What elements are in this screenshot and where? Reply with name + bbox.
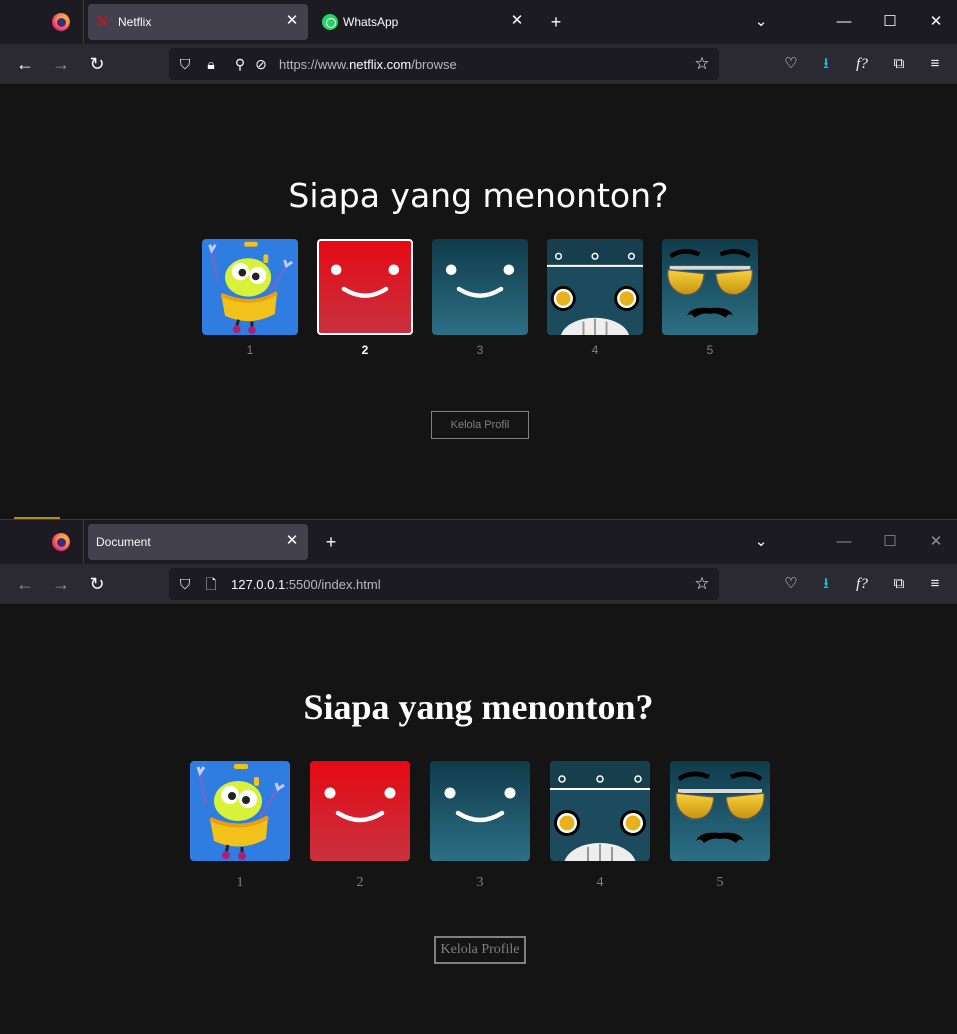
page-icon[interactable]: 🗋︎ bbox=[203, 576, 219, 592]
avatar-sunglasses-face[interactable] bbox=[670, 761, 770, 861]
avatar-teal-smile[interactable] bbox=[432, 239, 528, 335]
download-icon[interactable]: ⭳ bbox=[816, 54, 836, 74]
close-icon[interactable]: ✕ bbox=[509, 13, 525, 29]
forward-icon[interactable]: → bbox=[51, 54, 71, 74]
avatar-sunglasses-face[interactable] bbox=[662, 239, 758, 335]
avatar-red-smile[interactable] bbox=[317, 239, 413, 335]
download-icon[interactable]: ⭳ bbox=[816, 574, 836, 594]
avatar-red-smile[interactable] bbox=[310, 761, 410, 861]
url-text: 127.0.0.1:5500/index.html bbox=[231, 577, 381, 592]
profile-name: 2 bbox=[356, 875, 364, 890]
back-icon[interactable]: ← bbox=[15, 574, 35, 594]
avatar-image bbox=[317, 239, 413, 335]
avatar-image bbox=[662, 239, 758, 335]
url-text: https://www.netflix.com/browse bbox=[279, 57, 457, 72]
tab-whatsapp[interactable]: WhatsApp ✕ bbox=[313, 4, 533, 40]
reload-icon[interactable]: ↻ bbox=[87, 574, 107, 594]
maximize-icon[interactable]: ☐ bbox=[880, 532, 900, 552]
fx-extension-icon[interactable]: f? bbox=[852, 54, 872, 74]
whatsapp-icon bbox=[322, 14, 338, 30]
lock-icon[interactable]: 🔒︎ bbox=[203, 56, 219, 72]
page-content: Siapa yang menonton? 1 2 3 4 5 Kelola Pr… bbox=[0, 606, 957, 1034]
tab-separator bbox=[83, 0, 84, 44]
close-window-icon[interactable]: ✕ bbox=[926, 532, 946, 552]
browser-window-netflix: N Netflix ✕ WhatsApp ✕ + ⌄ — ☐ ✕ ← → ↻ ⛉… bbox=[0, 0, 957, 519]
avatar-robot-face[interactable] bbox=[547, 239, 643, 335]
extensions-icon[interactable]: ⧉ bbox=[889, 574, 909, 594]
forward-icon[interactable]: → bbox=[51, 574, 71, 594]
tab-bar: N Netflix ✕ WhatsApp ✕ + ⌄ — ☐ ✕ bbox=[0, 0, 957, 44]
shield-icon[interactable]: ⛉ bbox=[177, 56, 193, 72]
fx-extension-icon[interactable]: f? bbox=[852, 574, 872, 594]
profile-name: 2 bbox=[361, 343, 369, 357]
browser-window-document: Document ✕ + ⌄ — ☐ ✕ ← → ↻ ⛉ 🗋︎ 127.0.0.… bbox=[0, 519, 957, 1034]
tab-separator bbox=[83, 520, 84, 564]
avatar-kids-character[interactable] bbox=[202, 239, 298, 335]
tab-bar: Document ✕ + ⌄ — ☐ ✕ bbox=[0, 520, 957, 564]
menu-icon[interactable]: ≡ bbox=[925, 574, 945, 594]
reload-icon[interactable]: ↻ bbox=[87, 54, 107, 74]
firefox-icon[interactable] bbox=[52, 13, 70, 31]
chevron-down-icon[interactable]: ⌄ bbox=[751, 532, 771, 552]
page-title: Siapa yang menonton? bbox=[303, 687, 654, 727]
pocket-icon[interactable]: ♡ bbox=[781, 54, 801, 74]
tab-title: Document bbox=[96, 535, 151, 549]
close-window-icon[interactable]: ✕ bbox=[926, 12, 946, 32]
shield-icon[interactable]: ⛉ bbox=[177, 576, 193, 592]
pocket-icon[interactable]: ♡ bbox=[781, 574, 801, 594]
close-icon[interactable]: ✕ bbox=[284, 533, 300, 549]
tab-netflix[interactable]: N Netflix ✕ bbox=[88, 4, 308, 40]
tab-title: Netflix bbox=[118, 15, 152, 29]
url-bar[interactable]: ⛉ 🗋︎ 127.0.0.1:5500/index.html ☆ bbox=[169, 568, 719, 600]
firefox-icon[interactable] bbox=[52, 533, 70, 551]
profile-name: 4 bbox=[596, 875, 604, 890]
avatar-teal-smile[interactable] bbox=[430, 761, 530, 861]
bookmark-star-icon[interactable]: ☆ bbox=[693, 55, 711, 73]
new-tab-icon[interactable]: + bbox=[321, 532, 341, 552]
profile-name: 1 bbox=[236, 875, 244, 890]
extensions-icon[interactable]: ⧉ bbox=[889, 54, 909, 74]
profile-name: 4 bbox=[591, 343, 599, 357]
permissions-icon[interactable]: ⚲ bbox=[232, 56, 248, 72]
profile-name: 1 bbox=[246, 343, 254, 357]
avatar-image bbox=[547, 239, 643, 335]
tracking-off-icon[interactable]: ⊘ bbox=[253, 56, 269, 72]
avatar-image bbox=[550, 761, 650, 861]
profile-name: 5 bbox=[706, 343, 714, 357]
url-bar[interactable]: ⛉ 🔒︎ ⚲ ⊘ https://www.netflix.com/browse … bbox=[169, 48, 719, 80]
minimize-icon[interactable]: — bbox=[834, 532, 854, 552]
avatar-image bbox=[432, 239, 528, 335]
tab-title: WhatsApp bbox=[343, 15, 399, 29]
menu-icon[interactable]: ≡ bbox=[925, 54, 945, 74]
netflix-icon: N bbox=[97, 14, 108, 30]
page-content: Siapa yang menonton? 1 2 3 4 5 Kelola Pr… bbox=[0, 86, 957, 519]
avatar-image bbox=[190, 761, 290, 861]
minimize-icon[interactable]: — bbox=[834, 12, 854, 32]
avatar-robot-face[interactable] bbox=[550, 761, 650, 861]
back-icon[interactable]: ← bbox=[15, 54, 35, 74]
avatar-image bbox=[202, 239, 298, 335]
avatar-kids-character[interactable] bbox=[190, 761, 290, 861]
avatar-image bbox=[430, 761, 530, 861]
profile-name: 5 bbox=[716, 875, 724, 890]
new-tab-icon[interactable]: + bbox=[546, 12, 566, 32]
profile-name: 3 bbox=[476, 343, 484, 357]
chevron-down-icon[interactable]: ⌄ bbox=[751, 12, 771, 32]
tab-document[interactable]: Document ✕ bbox=[88, 524, 308, 560]
avatar-image bbox=[670, 761, 770, 861]
profile-name: 3 bbox=[476, 875, 484, 890]
maximize-icon[interactable]: ☐ bbox=[880, 12, 900, 32]
manage-profiles-button[interactable]: Kelola Profile bbox=[434, 936, 526, 964]
avatar-image bbox=[310, 761, 410, 861]
manage-profiles-button[interactable]: Kelola Profil bbox=[431, 411, 529, 439]
bookmark-star-icon[interactable]: ☆ bbox=[693, 575, 711, 593]
close-icon[interactable]: ✕ bbox=[284, 13, 300, 29]
page-title: Siapa yang menonton? bbox=[288, 176, 669, 215]
